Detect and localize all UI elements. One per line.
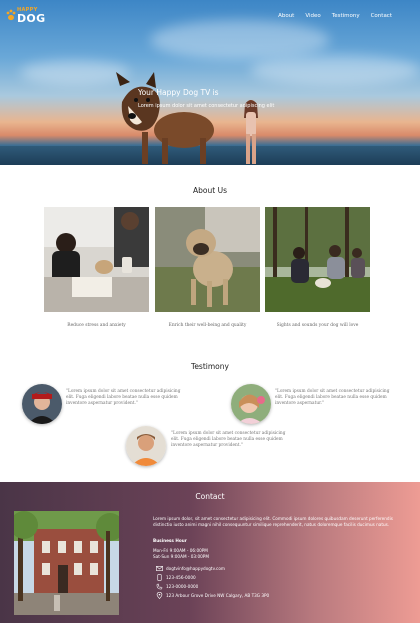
telephone-icon xyxy=(156,583,163,590)
location-pin-icon xyxy=(156,592,163,599)
contact-address-row: 123 Arbour Grove Drive NW Calgary, AB T3… xyxy=(156,592,269,599)
testimony-avatar-3 xyxy=(126,426,166,466)
nav-contact[interactable]: Contact xyxy=(371,13,392,19)
business-hours-weekend: Sat-Sun 9:00AM - 03:00PM xyxy=(153,554,209,559)
brand-logo[interactable]: HAPPY DOG xyxy=(6,8,45,24)
main-nav: About Video Testimony Contact xyxy=(278,13,392,19)
contact-title: Contact xyxy=(195,492,225,501)
about-caption-1: Reduce stress and anxiety xyxy=(67,323,126,328)
hero-banner: HAPPY DOG About Video Testimony Contact … xyxy=(0,0,420,165)
contact-address: 123 Arbour Grove Drive NW Calgary, AB T3… xyxy=(166,593,270,598)
about-image-picnic xyxy=(265,207,370,312)
contact-email[interactable]: dogtvinfo@happydogtv.com xyxy=(166,566,225,571)
about-caption-2: Enrich their well-being and quality xyxy=(168,323,247,328)
contact-description: Lorem ipsum dolor, sit amet consectetur … xyxy=(153,516,393,527)
contact-email-row[interactable]: dogtvinfo@happydogtv.com xyxy=(156,565,225,572)
testimony-avatar-2 xyxy=(231,384,271,424)
hero-title: Your Happy Dog TV is xyxy=(138,88,219,97)
nav-testimony[interactable]: Testimony xyxy=(332,13,360,19)
brand-big-text: DOG xyxy=(17,12,46,25)
hero-subtitle: Lorem ipsum dolor sit amet consectetur a… xyxy=(138,103,275,109)
mail-icon xyxy=(156,566,163,571)
nav-about[interactable]: About xyxy=(278,13,294,19)
business-hours-weekday: Mon-Fri 9:00AM - 06:00PM xyxy=(153,548,208,553)
testimony-quote-3: "Lorem ipsum dolor sit amet consectetur … xyxy=(171,431,286,448)
about-caption-3: Sights and sounds your dog will love xyxy=(276,323,359,328)
about-image-pug xyxy=(155,207,260,312)
phone-icon xyxy=(157,574,162,581)
testimony-title: Testimony xyxy=(191,362,229,371)
contact-phone-2[interactable]: 123-0000-0000 xyxy=(166,584,198,589)
contact-building-image xyxy=(14,511,119,615)
business-hours-title: Business Hour xyxy=(153,538,187,543)
about-title: About Us xyxy=(193,186,227,195)
dog-illustration xyxy=(116,72,214,164)
paw-icon xyxy=(6,9,16,21)
contact-phone2-row[interactable]: 123-0000-0000 xyxy=(156,583,198,590)
hero-cloud xyxy=(150,20,330,60)
contact-phone1-row[interactable]: 123-456-0000 xyxy=(156,574,196,581)
nav-video[interactable]: Video xyxy=(305,13,320,19)
testimony-quote-1: "Lorem ipsum dolor sit amet consectetur … xyxy=(66,389,181,406)
contact-section: Contact Lorem ipsum dolor, sit amet cons… xyxy=(0,482,420,623)
about-image-reading xyxy=(44,207,149,312)
testimony-avatar-1 xyxy=(22,384,62,424)
contact-phone-1[interactable]: 123-456-0000 xyxy=(166,575,196,580)
hero-cloud xyxy=(250,55,420,85)
testimony-quote-2: "Lorem ipsum dolor sit amet consectetur … xyxy=(275,389,390,406)
